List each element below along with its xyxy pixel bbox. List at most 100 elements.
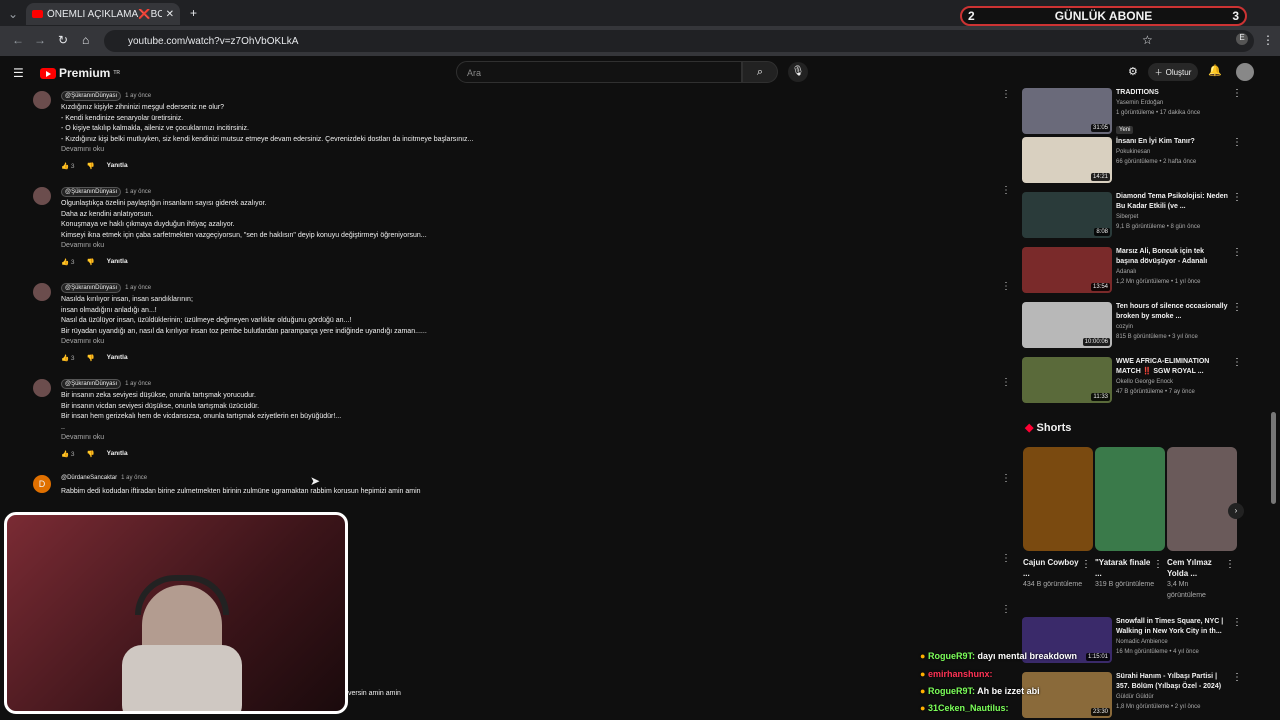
short-kebab-icon[interactable]: ⋮ — [1153, 559, 1163, 570]
short-kebab-icon[interactable]: ⋮ — [1225, 559, 1235, 570]
recommended-video[interactable]: 8:08 Diamond Tema Psikolojisi: Neden Bu … — [1022, 192, 1242, 240]
video-title[interactable]: Ten hours of silence occasionally broken… — [1116, 302, 1228, 322]
profile-avatar-icon[interactable]: E — [1236, 33, 1248, 45]
short-meta[interactable]: Cem Yılmaz Yolda ... 3,4 Mn görüntüleme — [1167, 557, 1229, 601]
dislike-icon[interactable]: 👎 — [87, 162, 95, 170]
comment-time[interactable]: 1 ay önce — [125, 285, 151, 291]
browser-tab[interactable]: ÖNEMLİ AÇIKLAMA❌BOŞA ✕ — [26, 3, 180, 25]
like-icon[interactable]: 👍 3 — [61, 450, 75, 458]
comment-time[interactable]: 1 ay önce — [121, 475, 147, 481]
read-more-link[interactable]: Devamını oku — [61, 338, 104, 345]
bookmark-star-icon[interactable]: ☆ — [1142, 33, 1153, 47]
video-channel[interactable]: Adanalı — [1116, 267, 1228, 277]
short-kebab-icon[interactable]: ⋮ — [1081, 559, 1091, 570]
video-title[interactable]: Diamond Tema Psikolojisi: Neden Bu Kadar… — [1116, 192, 1228, 212]
video-kebab-icon[interactable]: ⋮ — [1232, 88, 1242, 99]
video-kebab-icon[interactable]: ⋮ — [1232, 247, 1242, 258]
notifications-bell-icon[interactable]: 🔔 — [1208, 64, 1222, 77]
search-button[interactable]: ⌕ — [742, 61, 778, 83]
recommended-video[interactable]: 10:00:06 Ten hours of silence occasional… — [1022, 302, 1242, 350]
account-avatar[interactable] — [1236, 63, 1254, 81]
video-thumbnail[interactable]: 10:00:06 — [1022, 302, 1112, 348]
video-kebab-icon[interactable]: ⋮ — [1232, 617, 1242, 628]
short-title[interactable]: Cem Yılmaz Yolda ... — [1167, 557, 1229, 579]
like-icon[interactable]: 👍 3 — [61, 258, 75, 266]
comment-author[interactable]: @ŞükranınDünyası — [61, 379, 122, 389]
shorts-next-icon[interactable]: › — [1228, 503, 1244, 519]
dislike-icon[interactable]: 👎 — [87, 450, 95, 458]
video-channel[interactable]: Nomadic Ambience — [1116, 637, 1228, 647]
dislike-icon[interactable]: 👎 — [87, 354, 95, 362]
close-tab-icon[interactable]: ✕ — [166, 9, 174, 20]
create-button[interactable]: ＋ Oluştur — [1148, 63, 1198, 81]
read-more-link[interactable]: Devamını oku — [61, 434, 104, 441]
recommended-video[interactable]: 31:05 TRADITIONS Yasemin Erdoğan 1 görün… — [1022, 88, 1242, 136]
short-meta[interactable]: "Yatarak finale ... 319 B görüntüleme — [1095, 557, 1157, 590]
reload-icon[interactable]: ↻ — [58, 33, 68, 47]
short-thumbnail[interactable] — [1095, 447, 1165, 551]
reply-button[interactable]: Yanıtla — [107, 258, 128, 266]
commenter-avatar[interactable] — [33, 187, 51, 205]
video-title[interactable]: Snowfall in Times Square, NYC | Walking … — [1116, 617, 1228, 637]
comment-kebab-icon[interactable]: ⋮ — [1001, 281, 1011, 292]
youtube-premium-logo[interactable]: Premium TR — [40, 66, 120, 80]
video-channel[interactable]: Okello George Enock — [1116, 377, 1228, 387]
reply-button[interactable]: Yanıtla — [107, 450, 128, 458]
comment-kebab-icon[interactable]: ⋮ — [1001, 473, 1011, 484]
comment-author[interactable]: @DürdaneSancaktar — [61, 475, 117, 481]
video-kebab-icon[interactable]: ⋮ — [1232, 192, 1242, 203]
video-thumbnail[interactable]: 8:08 — [1022, 192, 1112, 238]
new-tab-button[interactable]: + — [190, 6, 197, 20]
commenter-avatar[interactable]: D — [33, 475, 51, 493]
voice-search-icon[interactable]: 🎙 — [788, 62, 808, 82]
video-thumbnail[interactable]: 11:33 — [1022, 357, 1112, 403]
recommended-video[interactable]: 11:33 WWE AFRICA-ELIMINATION MATCH ‼️ SG… — [1022, 357, 1242, 405]
scrollbar-thumb[interactable] — [1271, 412, 1276, 504]
reply-button[interactable]: Yanıtla — [107, 354, 128, 362]
short-title[interactable]: "Yatarak finale ... — [1095, 557, 1157, 579]
search-input[interactable]: Ara — [456, 61, 742, 83]
video-kebab-icon[interactable]: ⋮ — [1232, 357, 1242, 368]
like-icon[interactable]: 👍 3 — [61, 354, 75, 362]
comment-author[interactable]: @ŞükranınDünyası — [61, 91, 122, 101]
short-meta[interactable]: Cajun Cowboy ... 434 B görüntüleme — [1023, 557, 1085, 590]
tab-list-icon[interactable]: ⌄ — [8, 7, 18, 21]
video-thumbnail[interactable]: 13:54 — [1022, 247, 1112, 293]
shorts-kebab-icon[interactable]: ⋮ — [1001, 553, 1011, 564]
url-bar[interactable]: youtube.com/watch?v=z7OhVbOKLkA — [104, 30, 1254, 52]
commenter-avatar[interactable] — [33, 379, 51, 397]
video-channel[interactable]: Güldür Güldür — [1116, 692, 1228, 702]
home-icon[interactable]: ⌂ — [82, 33, 89, 47]
video-channel[interactable]: cozyin — [1116, 322, 1228, 332]
recommended-video[interactable]: 23:30 Sürahi Hanım - Yılbaşı Partisi | 3… — [1022, 672, 1242, 720]
comment-kebab-icon[interactable]: ⋮ — [1001, 185, 1011, 196]
reply-button[interactable]: Yanıtla — [107, 162, 128, 170]
commenter-avatar[interactable] — [33, 283, 51, 301]
browser-menu-icon[interactable]: ⋮ — [1262, 33, 1274, 47]
commenter-avatar[interactable] — [33, 91, 51, 109]
video-thumbnail[interactable]: 14:21 — [1022, 137, 1112, 183]
video-title[interactable]: WWE AFRICA-ELIMINATION MATCH ‼️ SGW ROYA… — [1116, 357, 1228, 377]
forward-icon[interactable]: → — [34, 33, 46, 47]
comment-author[interactable]: @ŞükranınDünyası — [61, 283, 122, 293]
comment-time[interactable]: 1 ay önce — [125, 93, 151, 99]
comment-kebab-icon[interactable]: ⋮ — [1001, 89, 1011, 100]
recommended-video[interactable]: 14:21 İnsanı En İyi Kim Tanır? Pokukines… — [1022, 137, 1242, 185]
video-kebab-icon[interactable]: ⋮ — [1232, 302, 1242, 313]
comment-time[interactable]: 1 ay önce — [125, 189, 151, 195]
video-channel[interactable]: Siberpet — [1116, 212, 1228, 222]
video-thumbnail[interactable]: 31:05 — [1022, 88, 1112, 134]
video-channel[interactable]: Pokukinesan — [1116, 147, 1228, 157]
video-title[interactable]: TRADITIONS — [1116, 88, 1228, 98]
short-title[interactable]: Cajun Cowboy ... — [1023, 557, 1085, 579]
comment-time[interactable]: 1 ay önce — [125, 381, 151, 387]
back-icon[interactable]: ← — [12, 33, 24, 47]
hamburger-menu-icon[interactable]: ☰ — [13, 66, 24, 80]
recommended-video[interactable]: 13:54 Marsız Ali, Boncuk için tek başına… — [1022, 247, 1242, 295]
read-more-link[interactable]: Devamını oku — [61, 146, 104, 153]
dislike-icon[interactable]: 👎 — [87, 258, 95, 266]
video-kebab-icon[interactable]: ⋮ — [1232, 137, 1242, 148]
comment-author[interactable]: @ŞükranınDünyası — [61, 187, 122, 197]
video-kebab-icon[interactable]: ⋮ — [1232, 672, 1242, 683]
video-title[interactable]: Sürahi Hanım - Yılbaşı Partisi | 357. Bö… — [1116, 672, 1228, 692]
